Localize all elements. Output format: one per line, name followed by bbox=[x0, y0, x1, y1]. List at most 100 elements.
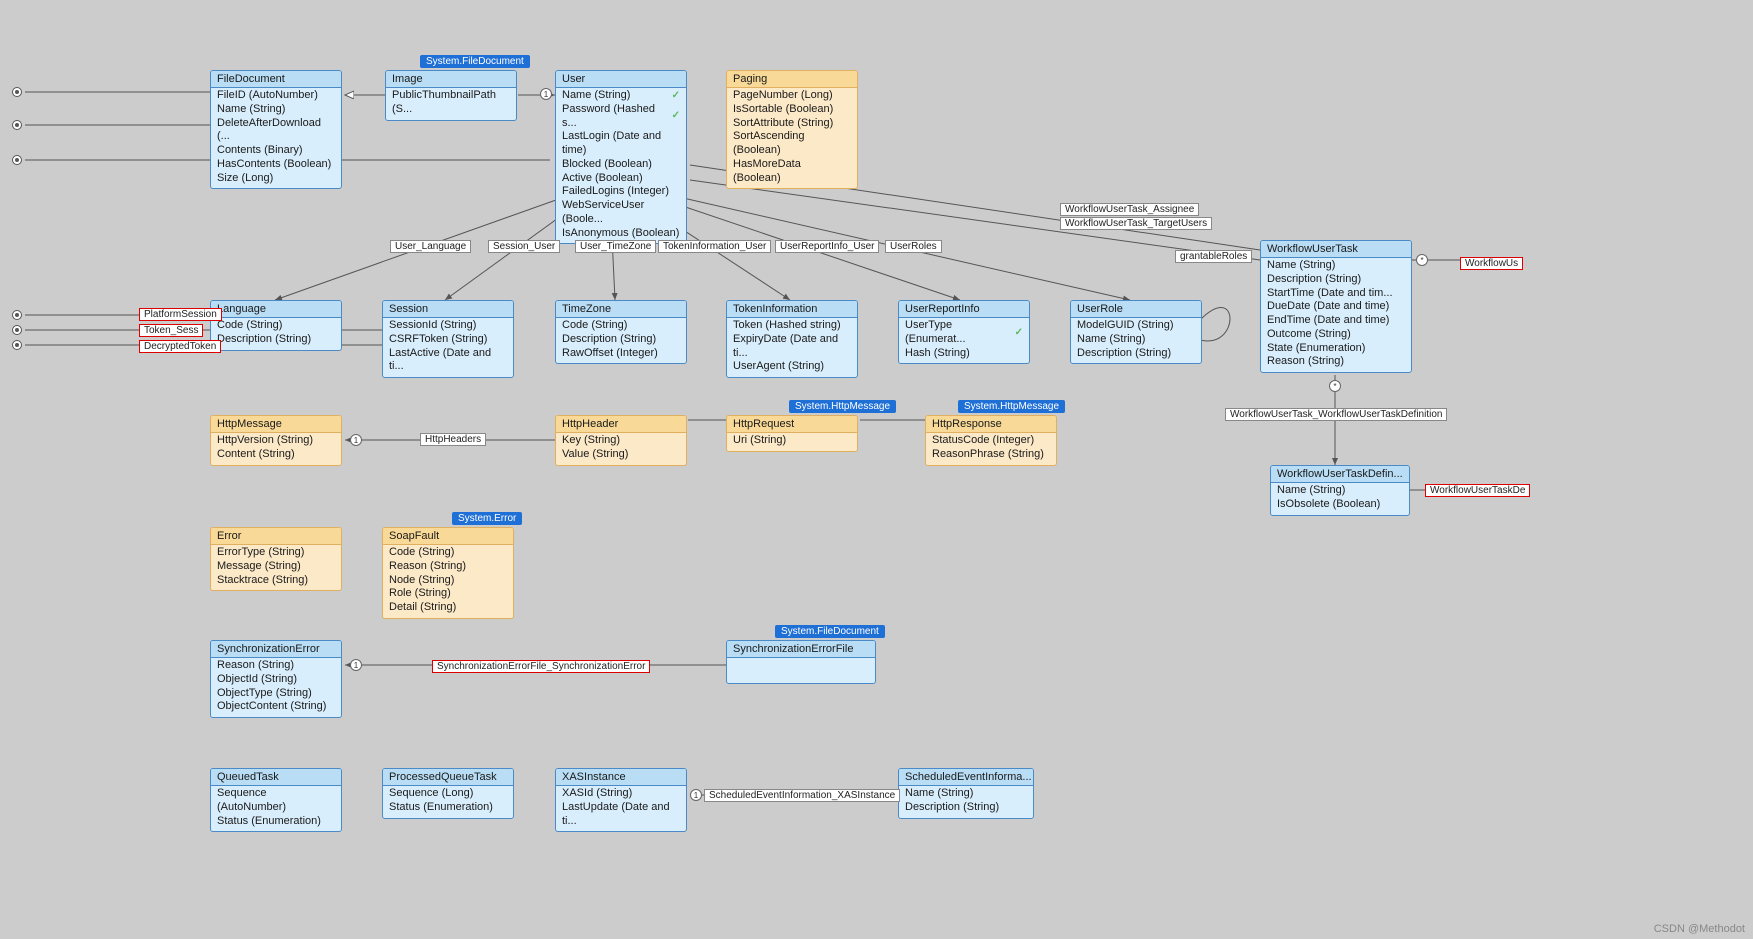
attr-row: Contents (Binary) bbox=[217, 144, 335, 158]
entity-title: HttpHeader bbox=[556, 416, 686, 433]
entity-body: FileID (AutoNumber) Name (String) Delete… bbox=[211, 88, 341, 188]
entity-soapfault[interactable]: SoapFault Code (String)Reason (String)No… bbox=[382, 527, 514, 619]
attr-row: Reason (String) bbox=[217, 659, 335, 673]
watermark: CSDN @Methodot bbox=[1654, 923, 1745, 935]
entity-syncerror[interactable]: SynchronizationError Reason (String)Obje… bbox=[210, 640, 342, 718]
attr-row: Hash (String) bbox=[905, 347, 1023, 361]
multiplicity-icon: * bbox=[1329, 380, 1341, 392]
attr-row: IsAnonymous (Boolean) bbox=[562, 227, 680, 241]
attr-row: Name (String)✓ bbox=[562, 89, 680, 103]
attr-row: Description (String) bbox=[905, 801, 1027, 815]
multiplicity-icon: 1 bbox=[350, 434, 362, 446]
attr-row: Message (String) bbox=[217, 560, 335, 574]
assoc-user-language: User_Language bbox=[390, 240, 471, 253]
attr-row: Reason (String) bbox=[389, 560, 507, 574]
entity-userrole[interactable]: UserRole ModelGUID (String)Name (String)… bbox=[1070, 300, 1202, 364]
entity-tokeninformation[interactable]: TokenInformation Token (Hashed string)Ex… bbox=[726, 300, 858, 378]
attr-row: State (Enumeration) bbox=[1267, 342, 1405, 356]
entity-title: ProcessedQueueTask bbox=[383, 769, 513, 786]
attr-row: Token (Hashed string) bbox=[733, 319, 851, 333]
anchor-icon bbox=[12, 120, 22, 130]
entity-title: Session bbox=[383, 301, 513, 318]
assoc-syncerrorfile-syncerror: SynchronizationErrorFile_Synchronization… bbox=[432, 660, 650, 673]
multiplicity-icon: 1 bbox=[350, 659, 362, 671]
attr-row: Sequence (Long) bbox=[389, 787, 507, 801]
attr-row: Value (String) bbox=[562, 448, 680, 462]
attr-row: SessionId (String) bbox=[389, 319, 507, 333]
attr-row: Size (Long) bbox=[217, 172, 335, 186]
assoc-httpheaders: HttpHeaders bbox=[420, 433, 486, 446]
entity-user[interactable]: User Name (String)✓ Password (Hashed s..… bbox=[555, 70, 687, 244]
entity-httprequest[interactable]: HttpRequest Uri (String) bbox=[726, 415, 858, 452]
attr-row: ModelGUID (String) bbox=[1077, 319, 1195, 333]
entity-title: Paging bbox=[727, 71, 857, 88]
attr-row: DueDate (Date and time) bbox=[1267, 300, 1405, 314]
entity-title: HttpRequest bbox=[727, 416, 857, 433]
attr-row: CSRFToken (String) bbox=[389, 333, 507, 347]
entity-scheduledeventinfo[interactable]: ScheduledEventInforma... Name (String)De… bbox=[898, 768, 1034, 819]
badge-system-httpmessage: System.HttpMessage bbox=[958, 400, 1065, 413]
assoc-token-sess: Token_Sess bbox=[139, 324, 203, 337]
assoc-session-user: Session_User bbox=[488, 240, 560, 253]
attr-row: Content (String) bbox=[217, 448, 335, 462]
attr-row: UserType (Enumerat...✓ bbox=[905, 319, 1023, 347]
entity-httpheader[interactable]: HttpHeader Key (String)Value (String) bbox=[555, 415, 687, 466]
entity-filedocument[interactable]: FileDocument FileID (AutoNumber) Name (S… bbox=[210, 70, 342, 189]
entity-userreportinfo[interactable]: UserReportInfo UserType (Enumerat...✓ Ha… bbox=[898, 300, 1030, 364]
attr-row: StatusCode (Integer) bbox=[932, 434, 1050, 448]
assoc-workflowusertask-def: WorkflowUserTask_WorkflowUserTaskDefinit… bbox=[1225, 408, 1447, 421]
check-icon: ✓ bbox=[1015, 327, 1023, 340]
entity-workflowusertask[interactable]: WorkflowUserTask Name (String) Descripti… bbox=[1260, 240, 1412, 373]
attr-row: XASId (String) bbox=[562, 787, 680, 801]
entity-workflowusertaskdef[interactable]: WorkflowUserTaskDefin... Name (String)Is… bbox=[1270, 465, 1410, 516]
entity-paging[interactable]: Paging PageNumber (Long) IsSortable (Boo… bbox=[726, 70, 858, 189]
assoc-user-timezone: User_TimeZone bbox=[575, 240, 656, 253]
entity-session[interactable]: Session SessionId (String)CSRFToken (Str… bbox=[382, 300, 514, 378]
attr-row: ObjectId (String) bbox=[217, 673, 335, 687]
attr-row: FileID (AutoNumber) bbox=[217, 89, 335, 103]
entity-processedqueuetask[interactable]: ProcessedQueueTask Sequence (Long)Status… bbox=[382, 768, 514, 819]
entity-title: SynchronizationError bbox=[211, 641, 341, 658]
attr-row: ObjectType (String) bbox=[217, 687, 335, 701]
entity-httpresponse[interactable]: HttpResponse StatusCode (Integer)ReasonP… bbox=[925, 415, 1057, 466]
attr-row: Password (Hashed s...✓ bbox=[562, 103, 680, 131]
entity-queuedtask[interactable]: QueuedTask Sequence (AutoNumber)Status (… bbox=[210, 768, 342, 832]
attr-row: Name (String) bbox=[1267, 259, 1405, 273]
attr-row: PublicThumbnailPath (S... bbox=[392, 89, 510, 117]
entity-title: QueuedTask bbox=[211, 769, 341, 786]
assoc-workflowus: WorkflowUs bbox=[1460, 257, 1523, 270]
assoc-workflowusertask-targetusers: WorkflowUserTask_TargetUsers bbox=[1060, 217, 1212, 230]
entity-title: SynchronizationErrorFile bbox=[727, 641, 875, 658]
attr-row: ExpiryDate (Date and ti... bbox=[733, 333, 851, 361]
entity-title: Error bbox=[211, 528, 341, 545]
entity-xasinstance[interactable]: XASInstance XASId (String)LastUpdate (Da… bbox=[555, 768, 687, 832]
entity-title: XASInstance bbox=[556, 769, 686, 786]
anchor-icon bbox=[12, 340, 22, 350]
entity-title: UserReportInfo bbox=[899, 301, 1029, 318]
anchor-icon bbox=[12, 325, 22, 335]
attr-row: IsSortable (Boolean) bbox=[733, 103, 851, 117]
entity-syncerrorfile[interactable]: SynchronizationErrorFile bbox=[726, 640, 876, 684]
check-icon: ✓ bbox=[672, 90, 680, 103]
attr-row: Name (String) bbox=[1277, 484, 1403, 498]
entity-title: FileDocument bbox=[211, 71, 341, 88]
entity-title: TokenInformation bbox=[727, 301, 857, 318]
assoc-userreportinfo-user: UserReportInfo_User bbox=[775, 240, 879, 253]
attr-row: LastActive (Date and ti... bbox=[389, 347, 507, 375]
multiplicity-icon: * bbox=[1416, 254, 1428, 266]
badge-system-httpmessage: System.HttpMessage bbox=[789, 400, 896, 413]
anchor-icon bbox=[12, 310, 22, 320]
attr-row: Detail (String) bbox=[389, 601, 507, 615]
entity-error[interactable]: Error ErrorType (String)Message (String)… bbox=[210, 527, 342, 591]
multiplicity-icon: 1 bbox=[540, 88, 552, 100]
assoc-platformsession: PlatformSession bbox=[139, 308, 222, 321]
attr-row: EndTime (Date and time) bbox=[1267, 314, 1405, 328]
attr-row: StartTime (Date and tim... bbox=[1267, 287, 1405, 301]
entity-language[interactable]: Language Code (String)Description (Strin… bbox=[210, 300, 342, 351]
entity-timezone[interactable]: TimeZone Code (String)Description (Strin… bbox=[555, 300, 687, 364]
attr-row: WebServiceUser (Boole... bbox=[562, 199, 680, 227]
entity-image[interactable]: Image PublicThumbnailPath (S... bbox=[385, 70, 517, 121]
attr-row: Description (String) bbox=[1267, 273, 1405, 287]
attr-row: Outcome (String) bbox=[1267, 328, 1405, 342]
entity-httpmessage[interactable]: HttpMessage HttpVersion (String)Content … bbox=[210, 415, 342, 466]
